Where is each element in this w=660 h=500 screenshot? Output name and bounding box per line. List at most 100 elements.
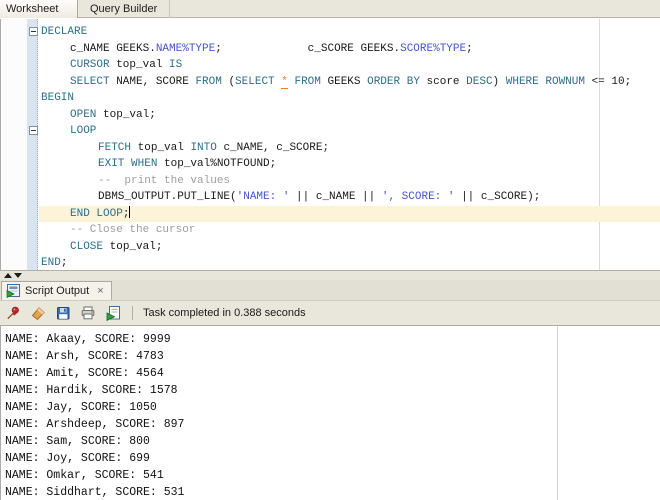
code-token: ; bbox=[122, 207, 130, 220]
pushpin-icon[interactable] bbox=[4, 305, 22, 322]
print-icon[interactable] bbox=[79, 305, 97, 322]
code-token: OPEN bbox=[70, 108, 97, 121]
code-token: CURSOR bbox=[70, 59, 110, 71]
output-line: NAME: Joy, SCORE: 699 bbox=[5, 452, 150, 465]
tab-script-output[interactable]: Script Output × bbox=[1, 281, 112, 300]
panel-splitter[interactable] bbox=[0, 270, 660, 280]
code-token: c_NAME GEEKS. bbox=[70, 42, 156, 55]
code-token: FROM bbox=[294, 75, 321, 88]
tab-query-builder[interactable]: Query Builder bbox=[78, 0, 171, 18]
splitter-up-arrow-icon[interactable] bbox=[4, 273, 12, 278]
tab-worksheet[interactable]: Worksheet bbox=[0, 0, 78, 18]
code-token: ', SCORE: ' bbox=[381, 191, 455, 203]
code-line[interactable]: END; bbox=[39, 255, 660, 270]
code-token: END LOOP bbox=[70, 207, 123, 220]
output-line: NAME: Sam, SCORE: 800 bbox=[5, 435, 150, 448]
code-token: || c_SCORE); bbox=[454, 191, 541, 203]
code-token: DBMS_OUTPUT.PUT_LINE( bbox=[98, 191, 237, 203]
code-token: BEGIN bbox=[41, 92, 75, 104]
run-script-icon[interactable] bbox=[104, 305, 122, 322]
script-output-icon bbox=[6, 284, 20, 298]
code-token: DECLARE bbox=[41, 26, 88, 38]
code-token: top_val; bbox=[96, 108, 156, 121]
code-token: ; c_SCORE GEEKS. bbox=[215, 42, 401, 55]
code-token: top_val bbox=[109, 59, 170, 71]
code-token: ) bbox=[492, 75, 506, 88]
code-line[interactable]: SELECT NAME, SCORE FROM (SELECT * FROM G… bbox=[39, 74, 660, 91]
code-token: c_NAME, c_SCORE; bbox=[216, 141, 330, 154]
code-token: GEEKS bbox=[320, 75, 368, 88]
code-token: ORDER BY bbox=[367, 75, 420, 88]
fold-gutter bbox=[27, 19, 38, 270]
text-caret bbox=[129, 205, 131, 218]
code-line[interactable]: EXIT WHEN top_val%NOTFOUND; bbox=[39, 156, 660, 173]
editor-gutter bbox=[1, 19, 27, 270]
code-line[interactable]: OPEN top_val; bbox=[39, 107, 660, 124]
code-token: score bbox=[419, 75, 467, 88]
output-divider-line bbox=[557, 326, 558, 500]
output-line: NAME: Siddhart, SCORE: 531 bbox=[5, 486, 185, 499]
code-token: DESC bbox=[466, 75, 493, 88]
code-token: WHEN bbox=[131, 158, 158, 170]
output-line: NAME: Arsh, SCORE: 4783 bbox=[5, 350, 164, 363]
code-token: IS bbox=[169, 59, 183, 71]
output-lines: NAME: Akaay, SCORE: 9999 NAME: Arsh, SCOR… bbox=[5, 331, 184, 500]
code-editor[interactable]: DECLARE c_NAME GEEKS.NAME%TYPE; c_SCORE G… bbox=[39, 24, 660, 270]
code-token: FETCH bbox=[98, 141, 132, 154]
script-output-area[interactable]: NAME: Akaay, SCORE: 9999 NAME: Arsh, SCOR… bbox=[0, 326, 660, 500]
code-token: -- Close the cursor bbox=[70, 224, 196, 236]
code-token: -- print the values bbox=[98, 174, 231, 187]
splitter-down-arrow-icon[interactable] bbox=[14, 273, 22, 278]
close-icon[interactable]: × bbox=[97, 285, 103, 297]
code-token: ROWNUM bbox=[545, 75, 585, 88]
eraser-icon[interactable] bbox=[29, 305, 47, 322]
code-token: END bbox=[41, 257, 61, 269]
toolbar-separator bbox=[132, 306, 133, 320]
code-token: * bbox=[281, 75, 288, 89]
worksheet-editor[interactable]: DECLARE c_NAME GEEKS.NAME%TYPE; c_SCORE G… bbox=[0, 19, 660, 270]
code-token: SELECT bbox=[70, 75, 110, 88]
task-status-text: Task completed in 0.388 seconds bbox=[143, 307, 306, 319]
code-line[interactable]: c_NAME GEEKS.NAME%TYPE; c_SCORE GEEKS.SC… bbox=[39, 41, 660, 58]
fold-toggle-icon[interactable] bbox=[29, 126, 38, 135]
code-line[interactable]: DECLARE bbox=[39, 24, 660, 41]
code-token: CLOSE bbox=[70, 240, 104, 253]
code-line[interactable]: CURSOR top_val IS bbox=[39, 57, 660, 74]
code-token: || c_NAME || bbox=[289, 191, 382, 203]
code-token: ; bbox=[466, 42, 473, 55]
output-line: NAME: Arshdeep, SCORE: 897 bbox=[5, 418, 185, 431]
output-line: NAME: Amit, SCORE: 4564 bbox=[5, 367, 164, 380]
code-token: ( bbox=[221, 75, 236, 88]
code-token: INTO bbox=[190, 141, 217, 154]
code-token: <= 10; bbox=[584, 75, 632, 88]
code-token: top_val%NOTFOUND; bbox=[157, 158, 277, 170]
code-line[interactable]: BEGIN bbox=[39, 90, 660, 107]
output-line: NAME: Jay, SCORE: 1050 bbox=[5, 401, 157, 414]
code-line[interactable]: CLOSE top_val; bbox=[39, 239, 660, 256]
code-line[interactable]: FETCH top_val INTO c_NAME, c_SCORE; bbox=[39, 140, 660, 157]
output-tab-label: Script Output bbox=[25, 285, 90, 297]
code-token: NAME, SCORE bbox=[109, 75, 196, 88]
output-line: NAME: Hardik, SCORE: 1578 bbox=[5, 384, 178, 397]
code-line[interactable]: DBMS_OUTPUT.PUT_LINE('NAME: ' || c_NAME … bbox=[39, 189, 660, 206]
code-line[interactable]: END LOOP; bbox=[39, 205, 660, 222]
code-token: EXIT bbox=[98, 158, 125, 170]
code-token: ; bbox=[60, 257, 68, 269]
editor-tab-strip: Worksheet Query Builder bbox=[0, 0, 660, 18]
output-tab-strip: Script Output × bbox=[0, 280, 660, 301]
output-line: NAME: Omkar, SCORE: 541 bbox=[5, 469, 164, 482]
code-line[interactable]: -- print the values bbox=[39, 173, 660, 190]
code-token: NAME%TYPE bbox=[155, 42, 216, 55]
output-toolbar: Task completed in 0.388 seconds bbox=[0, 301, 660, 326]
code-token: SELECT bbox=[235, 75, 275, 88]
save-icon[interactable] bbox=[54, 305, 72, 322]
code-line[interactable]: LOOP bbox=[39, 123, 660, 140]
output-line: NAME: Akaay, SCORE: 9999 bbox=[5, 333, 171, 346]
code-token: top_val; bbox=[103, 240, 163, 253]
code-token: LOOP bbox=[70, 125, 97, 137]
code-token: 'NAME: ' bbox=[236, 191, 290, 203]
fold-toggle-icon[interactable] bbox=[29, 27, 38, 36]
code-token: SCORE%TYPE bbox=[400, 42, 467, 55]
code-token: WHERE bbox=[505, 75, 539, 88]
code-line[interactable]: -- Close the cursor bbox=[39, 222, 660, 239]
